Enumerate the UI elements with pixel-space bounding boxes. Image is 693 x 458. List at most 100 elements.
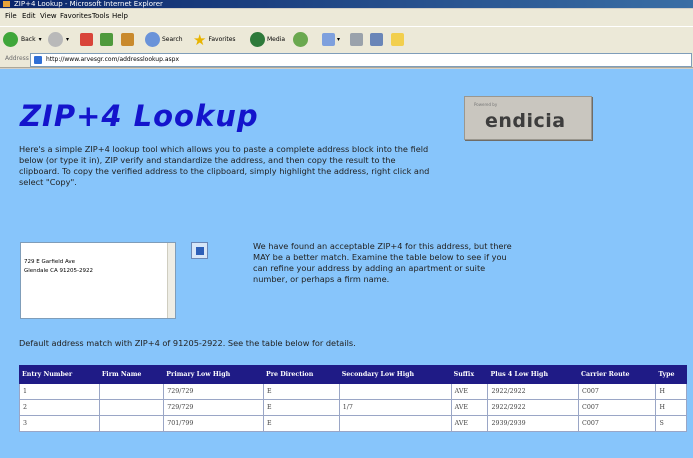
menu-view[interactable]: View: [40, 12, 57, 20]
home-icon: [121, 33, 134, 46]
print-icon: [350, 33, 363, 46]
cell-entry-number: 3: [19, 415, 100, 432]
logo-brand: endicia: [485, 110, 566, 132]
url-field[interactable]: http://www.arvesgr.com/addresslookup.asp…: [30, 53, 692, 67]
history-icon: [293, 32, 308, 47]
address-textarea[interactable]: 729 E Garfield Ave Glendale CA 91205-292…: [20, 242, 176, 319]
cell-plus4-low-high: 2939/2939: [487, 415, 579, 432]
menu-file[interactable]: File: [5, 12, 17, 20]
favorites-button[interactable]: ★ Favorites: [193, 30, 236, 49]
url-text: http://www.arvesgr.com/addresslookup.asp…: [46, 56, 179, 63]
edit-button[interactable]: [370, 31, 383, 48]
cell-type: H: [655, 399, 687, 416]
col-firm-name: Firm Name: [98, 365, 165, 384]
messenger-icon: [391, 33, 404, 46]
cell-suffix: AVE: [450, 383, 489, 400]
results-table: Entry Number Firm Name Primary Low High …: [19, 365, 687, 432]
table-row: 3 701/799 E AVE 2939/2939 C007 S: [19, 415, 687, 432]
cell-type: H: [655, 383, 687, 400]
page-icon: [34, 56, 42, 64]
clipboard-icon: [195, 246, 204, 255]
textarea-scrollbar[interactable]: [167, 243, 175, 318]
cell-entry-number: 1: [19, 383, 100, 400]
cell-suffix: AVE: [450, 415, 489, 432]
cell-secondary-low-high: [338, 383, 452, 400]
back-label: Back: [21, 36, 36, 43]
refresh-button[interactable]: [100, 31, 113, 48]
cell-pre-direction: E: [262, 383, 340, 400]
search-icon: [145, 32, 160, 47]
intro-text: Here's a simple ZIP+4 lookup tool which …: [19, 144, 430, 187]
cell-plus4-low-high: 2922/2922: [487, 383, 579, 400]
forward-arrow-icon: [48, 32, 63, 47]
stop-icon: [80, 33, 93, 46]
cell-carrier-route: C007: [577, 415, 657, 432]
logo-powered-by: Powered by: [474, 102, 498, 107]
cell-pre-direction: E: [262, 415, 340, 432]
dropdown-arrow-icon: ▾: [66, 36, 70, 43]
star-icon: ★: [193, 30, 207, 49]
match-message: We have found an acceptable ZIP+4 for th…: [253, 241, 512, 284]
back-arrow-icon: [3, 32, 18, 47]
col-carrier-route: Carrier Route: [577, 365, 657, 384]
cell-entry-number: 2: [19, 399, 100, 416]
home-button[interactable]: [121, 31, 134, 48]
col-plus4-low-high: Plus 4 Low High: [487, 365, 579, 384]
cell-primary-low-high: 701/799: [163, 415, 264, 432]
endicia-logo[interactable]: Powered by endicia: [464, 96, 592, 140]
media-button[interactable]: Media: [250, 31, 285, 48]
mail-button[interactable]: ▾: [322, 31, 340, 48]
address-label: Address: [5, 55, 29, 62]
page-title: ZIP+4 Lookup: [20, 99, 259, 133]
col-pre-direction: Pre Direction: [262, 365, 340, 384]
back-button[interactable]: Back ▾: [3, 31, 42, 48]
cell-carrier-route: C007: [577, 399, 657, 416]
search-label: Search: [162, 36, 183, 43]
menu-help[interactable]: Help: [112, 12, 128, 20]
copy-to-clipboard-button[interactable]: [191, 242, 208, 259]
media-icon: [250, 32, 265, 47]
table-row: 2 729/729 E 1/7 AVE 2922/2922 C007 H: [19, 399, 687, 416]
menu-bar: File Edit View Favorites Tools Help: [0, 9, 693, 26]
cell-pre-direction: E: [262, 399, 340, 416]
media-label: Media: [267, 36, 286, 43]
ie-icon: [3, 1, 10, 7]
address-line: 729 E Garfield Ave: [24, 259, 76, 265]
col-suffix: Suffix: [450, 365, 489, 384]
edit-icon: [370, 33, 383, 46]
refresh-icon: [100, 33, 113, 46]
col-secondary-low-high: Secondary Low High: [338, 365, 452, 384]
cell-primary-low-high: 729/729: [163, 399, 264, 416]
messenger-button[interactable]: [391, 31, 404, 48]
favorites-label: Favorites: [208, 36, 236, 43]
col-entry-number: Entry Number: [19, 365, 100, 384]
menu-tools[interactable]: Tools: [92, 12, 109, 20]
table-header-row: Entry Number Firm Name Primary Low High …: [19, 365, 687, 384]
table-row: 1 729/729 E AVE 2922/2922 C007 H: [19, 383, 687, 400]
cell-plus4-low-high: 2922/2922: [487, 399, 579, 416]
cell-suffix: AVE: [450, 399, 489, 416]
col-type: Type: [655, 365, 687, 384]
menu-favorites[interactable]: Favorites: [60, 12, 92, 20]
dropdown-arrow-icon: ▾: [38, 36, 42, 43]
cell-type: S: [655, 415, 687, 432]
page-content: ZIP+4 Lookup Powered by endicia Here's a…: [0, 69, 693, 458]
cell-carrier-route: C007: [577, 383, 657, 400]
address-bar: Address http://www.arvesgr.com/addresslo…: [0, 52, 693, 68]
stop-button[interactable]: [80, 31, 93, 48]
cell-secondary-low-high: 1/7: [338, 399, 452, 416]
menu-edit[interactable]: Edit: [22, 12, 36, 20]
cell-firm-name: [98, 399, 165, 416]
search-button[interactable]: Search: [145, 31, 183, 48]
address-line: Glendale CA 91205-2922: [24, 268, 94, 274]
forward-button[interactable]: ▾: [48, 31, 69, 48]
cell-secondary-low-high: [338, 415, 452, 432]
col-primary-low-high: Primary Low High: [163, 365, 264, 384]
default-match-text: Default address match with ZIP+4 of 9120…: [19, 338, 356, 348]
cell-firm-name: [98, 383, 165, 400]
cell-firm-name: [98, 415, 165, 432]
window-titlebar: ZIP+4 Lookup - Microsoft Internet Explor…: [0, 0, 693, 8]
print-button[interactable]: [350, 31, 363, 48]
history-button[interactable]: [293, 31, 308, 48]
mail-icon: [322, 33, 335, 46]
